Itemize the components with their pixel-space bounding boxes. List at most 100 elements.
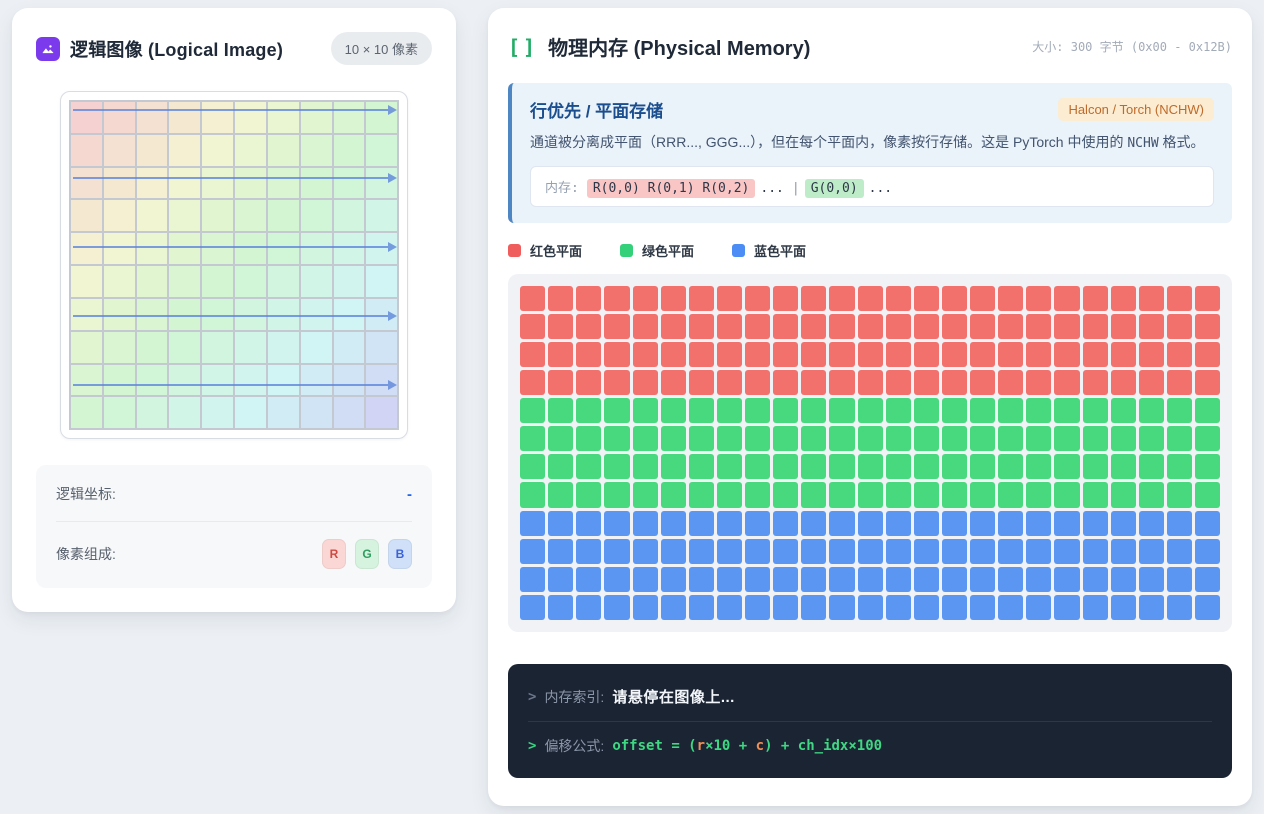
memory-cell-green-plane-29[interactable] — [633, 426, 658, 451]
pixel-cell-7-7[interactable] — [301, 332, 332, 363]
memory-cell-green-plane-81[interactable] — [689, 482, 714, 507]
memory-cell-green-plane-43[interactable] — [1026, 426, 1051, 451]
memory-cell-blue-plane-37[interactable] — [858, 539, 883, 564]
pixel-cell-2-3[interactable] — [169, 168, 200, 199]
pixel-cell-3-4[interactable] — [202, 200, 233, 231]
pixel-cell-3-8[interactable] — [334, 200, 365, 231]
memory-cell-red-plane-82[interactable] — [717, 370, 742, 395]
memory-cell-red-plane-11[interactable] — [829, 286, 854, 311]
memory-cell-blue-plane-79[interactable] — [633, 595, 658, 620]
memory-cell-green-plane-36[interactable] — [829, 426, 854, 451]
memory-cell-red-plane-27[interactable] — [576, 314, 601, 339]
memory-cell-blue-plane-9[interactable] — [773, 511, 798, 536]
memory-cell-red-plane-49[interactable] — [1195, 314, 1220, 339]
pixel-cell-8-4[interactable] — [202, 365, 233, 396]
memory-cell-red-plane-31[interactable] — [689, 314, 714, 339]
memory-cell-red-plane-57[interactable] — [717, 342, 742, 367]
memory-cell-green-plane-18[interactable] — [1026, 398, 1051, 423]
pixel-cell-0-6[interactable] — [268, 102, 299, 133]
memory-cell-red-plane-18[interactable] — [1026, 286, 1051, 311]
memory-cell-green-plane-4[interactable] — [633, 398, 658, 423]
memory-cell-red-plane-0[interactable] — [520, 286, 545, 311]
pixel-cell-7-1[interactable] — [104, 332, 135, 363]
memory-cell-green-plane-6[interactable] — [689, 398, 714, 423]
memory-cell-blue-plane-6[interactable] — [689, 511, 714, 536]
memory-cell-red-plane-62[interactable] — [858, 342, 883, 367]
memory-cell-blue-plane-46[interactable] — [1111, 539, 1136, 564]
memory-cell-green-plane-50[interactable] — [520, 454, 545, 479]
pixel-cell-4-0[interactable] — [71, 233, 102, 264]
pixel-cell-1-3[interactable] — [169, 135, 200, 166]
memory-cell-green-plane-33[interactable] — [745, 426, 770, 451]
memory-cell-green-plane-7[interactable] — [717, 398, 742, 423]
memory-cell-blue-plane-65[interactable] — [942, 567, 967, 592]
memory-cell-red-plane-89[interactable] — [914, 370, 939, 395]
memory-cell-green-plane-59[interactable] — [773, 454, 798, 479]
memory-cell-red-plane-3[interactable] — [604, 286, 629, 311]
memory-cell-blue-plane-70[interactable] — [1083, 567, 1108, 592]
pixel-cell-1-2[interactable] — [137, 135, 168, 166]
memory-cell-green-plane-91[interactable] — [970, 482, 995, 507]
pixel-cell-0-4[interactable] — [202, 102, 233, 133]
memory-cell-blue-plane-49[interactable] — [1195, 539, 1220, 564]
memory-cell-red-plane-30[interactable] — [661, 314, 686, 339]
memory-cell-blue-plane-8[interactable] — [745, 511, 770, 536]
memory-cell-red-plane-42[interactable] — [998, 314, 1023, 339]
pixel-cell-7-3[interactable] — [169, 332, 200, 363]
memory-cell-green-plane-58[interactable] — [745, 454, 770, 479]
pixel-cell-9-5[interactable] — [235, 397, 266, 428]
memory-cell-blue-plane-34[interactable] — [773, 539, 798, 564]
memory-cell-blue-plane-69[interactable] — [1054, 567, 1079, 592]
pixel-cell-8-3[interactable] — [169, 365, 200, 396]
memory-cell-green-plane-51[interactable] — [548, 454, 573, 479]
memory-cell-blue-plane-31[interactable] — [689, 539, 714, 564]
pixel-cell-9-3[interactable] — [169, 397, 200, 428]
memory-cell-red-plane-70[interactable] — [1083, 342, 1108, 367]
memory-cell-green-plane-24[interactable] — [1195, 398, 1220, 423]
pixel-cell-4-6[interactable] — [268, 233, 299, 264]
memory-cell-green-plane-86[interactable] — [829, 482, 854, 507]
memory-cell-green-plane-2[interactable] — [576, 398, 601, 423]
memory-cell-blue-plane-56[interactable] — [689, 567, 714, 592]
pixel-cell-1-0[interactable] — [71, 135, 102, 166]
pixel-cell-0-5[interactable] — [235, 102, 266, 133]
memory-cell-green-plane-49[interactable] — [1195, 426, 1220, 451]
pixel-cell-7-5[interactable] — [235, 332, 266, 363]
memory-cell-blue-plane-3[interactable] — [604, 511, 629, 536]
memory-cell-green-plane-20[interactable] — [1083, 398, 1108, 423]
memory-cell-red-plane-38[interactable] — [886, 314, 911, 339]
pixel-cell-4-2[interactable] — [137, 233, 168, 264]
memory-cell-blue-plane-17[interactable] — [998, 511, 1023, 536]
memory-cell-blue-plane-89[interactable] — [914, 595, 939, 620]
pixel-cell-4-1[interactable] — [104, 233, 135, 264]
pixel-cell-1-5[interactable] — [235, 135, 266, 166]
memory-cell-red-plane-13[interactable] — [886, 286, 911, 311]
memory-cell-red-plane-15[interactable] — [942, 286, 967, 311]
memory-cell-blue-plane-57[interactable] — [717, 567, 742, 592]
pixel-cell-7-4[interactable] — [202, 332, 233, 363]
memory-cell-red-plane-7[interactable] — [717, 286, 742, 311]
memory-cell-green-plane-5[interactable] — [661, 398, 686, 423]
memory-cell-blue-plane-15[interactable] — [942, 511, 967, 536]
memory-cell-blue-plane-61[interactable] — [829, 567, 854, 592]
memory-cell-red-plane-87[interactable] — [858, 370, 883, 395]
memory-cell-red-plane-56[interactable] — [689, 342, 714, 367]
memory-cell-green-plane-71[interactable] — [1111, 454, 1136, 479]
memory-cell-green-plane-89[interactable] — [914, 482, 939, 507]
pixel-cell-9-1[interactable] — [104, 397, 135, 428]
memory-cell-blue-plane-27[interactable] — [576, 539, 601, 564]
pixel-cell-4-7[interactable] — [301, 233, 332, 264]
memory-cell-red-plane-68[interactable] — [1026, 342, 1051, 367]
pixel-cell-8-5[interactable] — [235, 365, 266, 396]
memory-cell-green-plane-16[interactable] — [970, 398, 995, 423]
memory-cell-blue-plane-83[interactable] — [745, 595, 770, 620]
memory-cell-green-plane-74[interactable] — [1195, 454, 1220, 479]
memory-cell-red-plane-26[interactable] — [548, 314, 573, 339]
memory-cell-red-plane-37[interactable] — [858, 314, 883, 339]
memory-cell-blue-plane-71[interactable] — [1111, 567, 1136, 592]
pixel-cell-8-8[interactable] — [334, 365, 365, 396]
memory-cell-blue-plane-88[interactable] — [886, 595, 911, 620]
memory-cell-red-plane-25[interactable] — [520, 314, 545, 339]
pixel-cell-3-5[interactable] — [235, 200, 266, 231]
memory-cell-red-plane-32[interactable] — [717, 314, 742, 339]
